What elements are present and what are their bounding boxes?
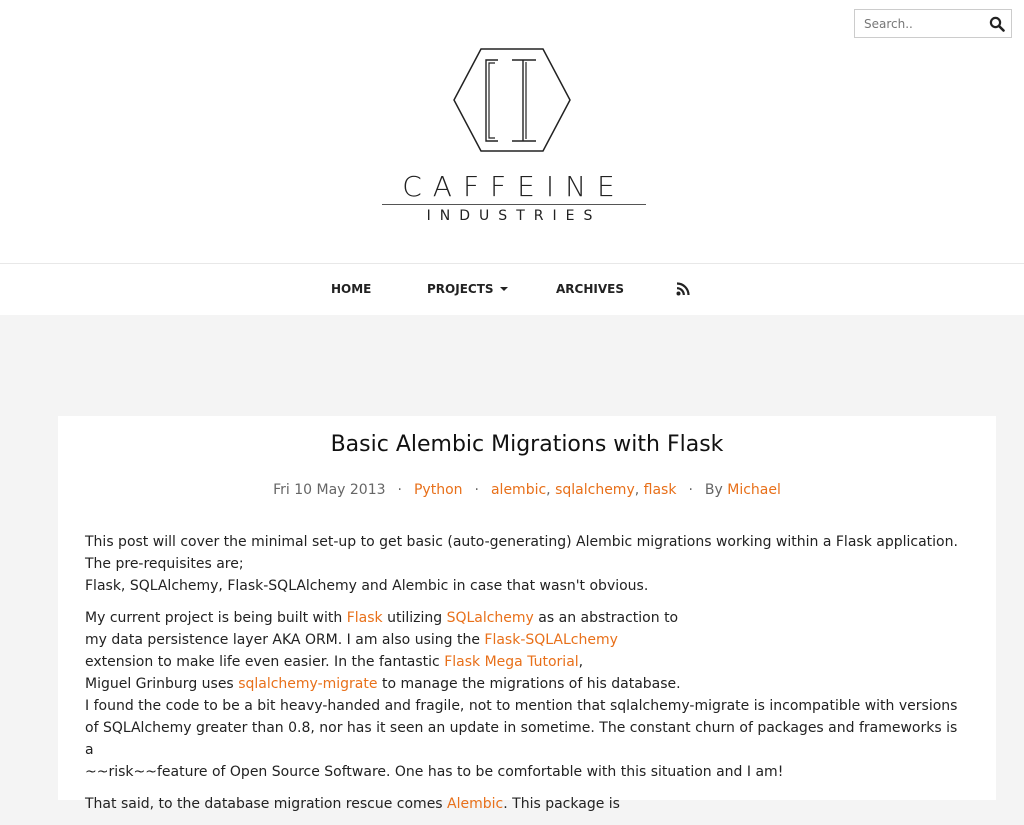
sqlalchemy-link[interactable]: SQLalchemy	[447, 610, 534, 626]
text: of SQLAlchemy greater than 0.8, nor has …	[85, 720, 958, 758]
caret-down-icon	[499, 287, 508, 291]
tag-link[interactable]: alembic	[491, 482, 546, 498]
article-title: Basic Alembic Migrations with Flask	[330, 432, 724, 457]
main-nav: HOME PROJECTS ARCHIVES	[0, 263, 1024, 315]
flask-link[interactable]: Flask	[347, 610, 383, 626]
site-header: CAFFEINE INDUSTRIES	[0, 0, 1024, 263]
article-body: This post will cover the minimal set-up …	[85, 531, 965, 825]
nav-projects[interactable]: PROJECTS	[427, 282, 508, 296]
tag-link[interactable]: sqlalchemy	[555, 482, 635, 498]
article-date: Fri 10 May 2013	[273, 482, 386, 498]
text: to manage the migrations of his database…	[377, 676, 681, 692]
paragraph: This post will cover the minimal set-up …	[85, 531, 965, 597]
search-input[interactable]	[855, 10, 985, 37]
rss-icon[interactable]	[676, 282, 690, 299]
text: ~~risk~~feature of Open Source Software.…	[85, 764, 784, 780]
logo-divider	[382, 204, 646, 205]
meta-separator: ·	[688, 482, 693, 498]
text: as an abstraction to	[533, 610, 679, 626]
text: Miguel Grinburg uses	[85, 676, 239, 692]
paragraph: My current project is being built with F…	[85, 607, 965, 783]
category-link[interactable]: Python	[414, 482, 463, 498]
tag-link[interactable]: flask	[644, 482, 677, 498]
text: This post will cover the minimal set-up …	[85, 534, 958, 572]
hexagon-ci-logo-icon	[453, 48, 571, 152]
nav-projects-label: PROJECTS	[427, 282, 494, 296]
flask-mega-tutorial-link[interactable]: Flask Mega Tutorial	[444, 654, 578, 670]
site-logo[interactable]: CAFFEINE INDUSTRIES	[380, 46, 648, 232]
sqlalchemy-migrate-link[interactable]: sqlalchemy-migrate	[238, 676, 377, 692]
article-card: Basic Alembic Migrations with Flask Fri …	[58, 416, 996, 812]
article-meta: Fri 10 May 2013 · Python · alembic, sqlalche…	[273, 482, 781, 498]
text: My current project is being built with	[85, 610, 347, 626]
nav-archives[interactable]: ARCHIVES	[556, 282, 624, 296]
flask-sqlalchemy-link[interactable]: Flask-SQLALchemy	[484, 632, 618, 648]
text: . This package is	[503, 796, 620, 812]
text: my data persistence layer AKA ORM. I am …	[85, 632, 485, 648]
meta-separator: ·	[474, 482, 479, 498]
nav-home[interactable]: HOME	[331, 282, 371, 296]
text: ,	[578, 654, 584, 670]
paragraph: That said, to the database migration res…	[85, 793, 965, 815]
search-box[interactable]	[854, 9, 1012, 38]
logo-wordmark: CAFFEINE	[402, 170, 626, 203]
by-label: By	[704, 482, 723, 498]
author-link[interactable]: Michael	[727, 482, 781, 498]
alembic-link[interactable]: Alembic	[447, 796, 503, 812]
logo-subtitle: INDUSTRIES	[426, 208, 602, 224]
text: Flask, SQLAlchemy, Flask-SQLAlchemy and …	[85, 578, 649, 594]
text: I found the code to be a bit heavy-hande…	[85, 698, 958, 714]
text: utilizing	[382, 610, 447, 626]
search-icon[interactable]	[989, 16, 1005, 32]
text: extension to make life even easier. In t…	[85, 654, 445, 670]
text: That said, to the database migration res…	[85, 796, 448, 812]
meta-separator: ·	[397, 482, 402, 498]
